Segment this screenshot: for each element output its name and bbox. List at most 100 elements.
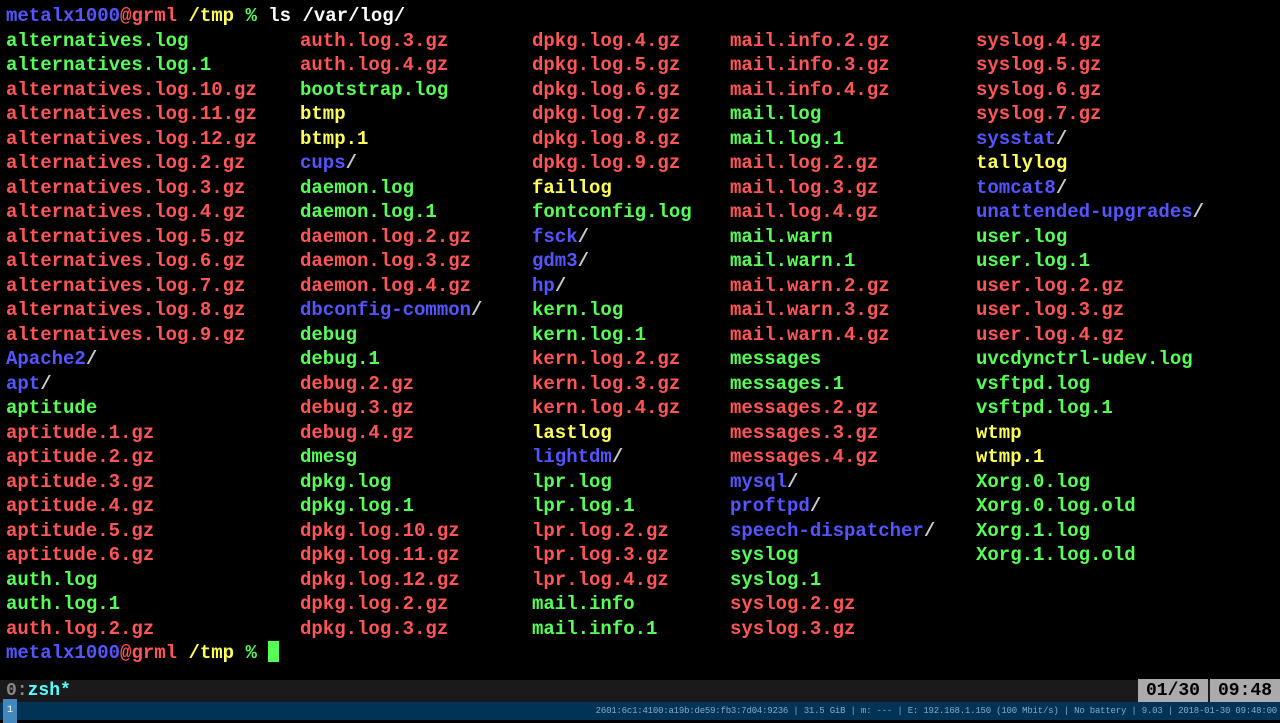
file-entry: Apache2/ <box>6 347 300 372</box>
file-entry: proftpd/ <box>730 494 976 519</box>
file-entry: mail.log.1 <box>730 127 976 152</box>
file-entry: daemon.log.2.gz <box>300 225 532 250</box>
file-entry: alternatives.log.7.gz <box>6 274 300 299</box>
file-entry: Xorg.0.log <box>976 470 1274 495</box>
file-entry: alternatives.log.12.gz <box>6 127 300 152</box>
file-entry: alternatives.log.10.gz <box>6 78 300 103</box>
wm-status-bar[interactable]: 1 2601:6c1:4100:a19b:de59:fb3:7d04:9236 … <box>0 702 1280 720</box>
file-entry: aptitude <box>6 396 300 421</box>
file-entry: daemon.log <box>300 176 532 201</box>
prompt-symbol: % <box>245 5 256 27</box>
command-text: ls /var/log/ <box>268 5 405 27</box>
file-entry: messages.3.gz <box>730 421 976 446</box>
prompt-at: @ <box>120 5 131 27</box>
file-entry: auth.log.1 <box>6 592 300 617</box>
file-entry: mail.warn.1 <box>730 249 976 274</box>
file-entry: lastlog <box>532 421 730 446</box>
file-entry: mail.info.4.gz <box>730 78 976 103</box>
file-entry: hp/ <box>532 274 730 299</box>
file-entry: kern.log.3.gz <box>532 372 730 397</box>
file-entry: syslog.4.gz <box>976 29 1274 54</box>
file-entry: mail.info <box>532 592 730 617</box>
file-entry: lpr.log.4.gz <box>532 568 730 593</box>
file-entry: user.log.2.gz <box>976 274 1274 299</box>
file-entry: syslog.5.gz <box>976 53 1274 78</box>
terminal-output[interactable]: metalx1000@grml /tmp % ls /var/log/ alte… <box>0 0 1280 670</box>
file-entry: syslog.2.gz <box>730 592 976 617</box>
file-entry: tallylog <box>976 151 1274 176</box>
cursor-icon <box>268 641 279 662</box>
file-entry: wtmp <box>976 421 1274 446</box>
file-entry: aptitude.4.gz <box>6 494 300 519</box>
file-entry: syslog.6.gz <box>976 78 1274 103</box>
file-entry: kern.log <box>532 298 730 323</box>
file-entry: mail.log.2.gz <box>730 151 976 176</box>
file-entry: mail.info.3.gz <box>730 53 976 78</box>
file-entry: debug.1 <box>300 347 532 372</box>
file-entry: user.log <box>976 225 1274 250</box>
file-entry: alternatives.log.2.gz <box>6 151 300 176</box>
tmux-window-name[interactable]: zsh* <box>28 679 71 704</box>
file-entry: aptitude.2.gz <box>6 445 300 470</box>
file-entry: dmesg <box>300 445 532 470</box>
file-entry: lpr.log <box>532 470 730 495</box>
file-entry: dpkg.log.2.gz <box>300 592 532 617</box>
file-entry: aptitude.6.gz <box>6 543 300 568</box>
file-entry: gdm3/ <box>532 249 730 274</box>
file-entry: debug.2.gz <box>300 372 532 397</box>
file-entry: alternatives.log <box>6 29 300 54</box>
file-entry: kern.log.1 <box>532 323 730 348</box>
file-entry: syslog.3.gz <box>730 617 976 642</box>
file-entry: dpkg.log <box>300 470 532 495</box>
file-entry: mail.log <box>730 102 976 127</box>
workspace-indicator[interactable]: 1 <box>3 699 17 723</box>
file-entry: auth.log.2.gz <box>6 617 300 642</box>
file-entry: aptitude.3.gz <box>6 470 300 495</box>
file-entry: bootstrap.log <box>300 78 532 103</box>
file-entry: lpr.log.2.gz <box>532 519 730 544</box>
system-status-text: 2601:6c1:4100:a19b:de59:fb3:7d04:9236 | … <box>596 699 1277 723</box>
file-entry: dpkg.log.11.gz <box>300 543 532 568</box>
file-entry: apt/ <box>6 372 300 397</box>
file-entry: kern.log.4.gz <box>532 396 730 421</box>
file-entry: dpkg.log.12.gz <box>300 568 532 593</box>
file-entry: dpkg.log.8.gz <box>532 127 730 152</box>
file-entry: messages.4.gz <box>730 445 976 470</box>
file-entry: fsck/ <box>532 225 730 250</box>
file-entry: sysstat/ <box>976 127 1274 152</box>
file-entry: mail.info.2.gz <box>730 29 976 54</box>
prompt-line-2: metalx1000@grml /tmp % <box>6 641 1274 666</box>
file-entry: daemon.log.3.gz <box>300 249 532 274</box>
file-entry: wtmp.1 <box>976 445 1274 470</box>
file-entry: dpkg.log.5.gz <box>532 53 730 78</box>
file-entry: lightdm/ <box>532 445 730 470</box>
file-entry: dpkg.log.9.gz <box>532 151 730 176</box>
file-entry: dpkg.log.10.gz <box>300 519 532 544</box>
file-entry: debug.4.gz <box>300 421 532 446</box>
file-entry: syslog.1 <box>730 568 976 593</box>
file-entry: dpkg.log.3.gz <box>300 617 532 642</box>
file-entry: cups/ <box>300 151 532 176</box>
file-entry: vsftpd.log.1 <box>976 396 1274 421</box>
file-entry: auth.log <box>6 568 300 593</box>
file-entry: alternatives.log.9.gz <box>6 323 300 348</box>
file-entry: mail.warn.3.gz <box>730 298 976 323</box>
file-entry: Xorg.1.log.old <box>976 543 1274 568</box>
file-entry: daemon.log.4.gz <box>300 274 532 299</box>
file-entry: user.log.1 <box>976 249 1274 274</box>
file-entry: user.log.4.gz <box>976 323 1274 348</box>
file-entry: speech-dispatcher/ <box>730 519 976 544</box>
file-entry: auth.log.3.gz <box>300 29 532 54</box>
file-entry: auth.log.4.gz <box>300 53 532 78</box>
file-entry: mail.warn.2.gz <box>730 274 976 299</box>
file-entry: fontconfig.log <box>532 200 730 225</box>
prompt-user: metalx1000 <box>6 5 120 27</box>
prompt-host: grml <box>131 5 177 27</box>
file-entry: mysql/ <box>730 470 976 495</box>
file-entry: messages.1 <box>730 372 976 397</box>
file-entry: mail.log.3.gz <box>730 176 976 201</box>
file-entry: faillog <box>532 176 730 201</box>
file-entry: dbconfig-common/ <box>300 298 532 323</box>
file-entry: btmp <box>300 102 532 127</box>
file-entry: messages.2.gz <box>730 396 976 421</box>
